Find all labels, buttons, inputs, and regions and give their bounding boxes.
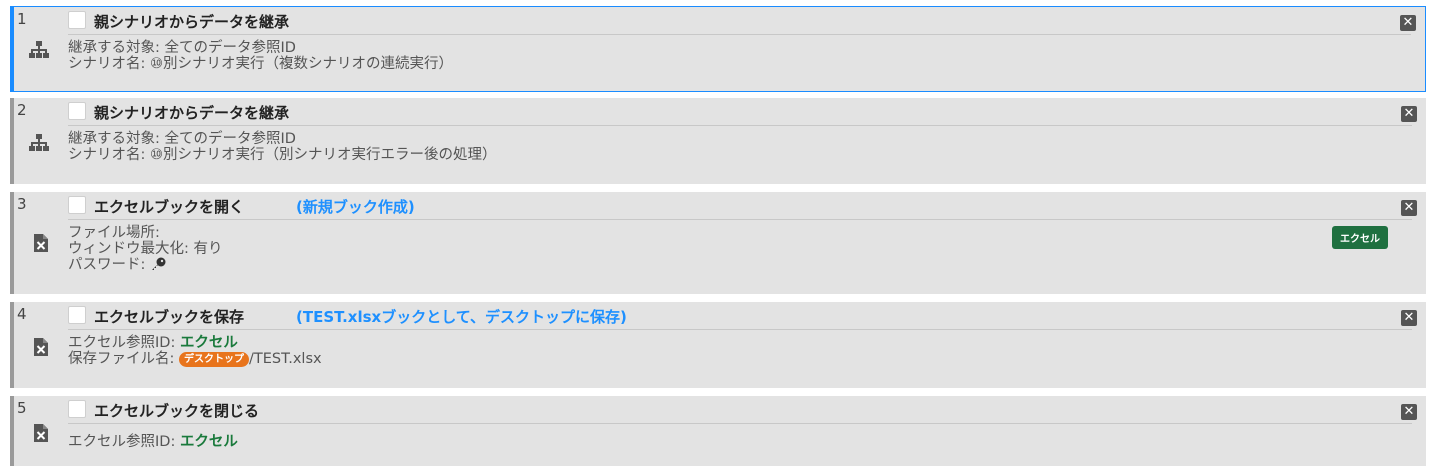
- divider: [68, 34, 1411, 35]
- step-number: 5: [17, 399, 27, 417]
- detail-line: シナリオ名: ⑩別シナリオ実行（別シナリオ実行エラー後の処理）: [68, 147, 497, 163]
- password-label: パスワード:: [68, 257, 146, 273]
- step-details: エクセル参照ID: エクセル: [68, 434, 238, 450]
- sitemap-icon: [29, 41, 49, 58]
- close-icon[interactable]: ✕: [1401, 310, 1417, 326]
- step-number: 1: [17, 10, 27, 28]
- step-checkbox[interactable]: [68, 400, 86, 418]
- step-details: 継承する対象: 全てのデータ参照ID シナリオ名: ⑩別シナリオ実行（複数シナリ…: [68, 40, 453, 72]
- divider: [68, 219, 1412, 220]
- step-card[interactable]: 3 エクセルブックを開く (新規ブック作成) ✕ ファイル場所: ウィンドウ最大…: [10, 192, 1426, 294]
- key-icon: [152, 257, 166, 270]
- divider: [68, 329, 1412, 330]
- detail-line: 保存ファイル名: デスクトップ/TEST.xlsx: [68, 351, 322, 367]
- step-details: ファイル場所: ウィンドウ最大化: 有り パスワード:: [68, 225, 223, 273]
- sitemap-icon: [29, 134, 49, 151]
- step-card[interactable]: 2 親シナリオからデータを継承 ✕ 継承する対象: 全てのデータ参照ID シナリ…: [10, 98, 1426, 184]
- step-details: 継承する対象: 全てのデータ参照ID シナリオ名: ⑩別シナリオ実行（別シナリオ…: [68, 131, 497, 163]
- step-note: (TEST.xlsxブックとして、デスクトップに保存): [296, 308, 627, 326]
- close-icon[interactable]: ✕: [1400, 15, 1416, 31]
- detail-line: ウィンドウ最大化: 有り: [68, 241, 223, 257]
- desktop-badge: デスクトップ: [179, 352, 249, 367]
- step-title: エクセルブックを保存: [94, 308, 245, 326]
- excel-tag-badge: エクセル: [1332, 226, 1388, 249]
- detail-line: 継承する対象: 全てのデータ参照ID: [68, 131, 296, 147]
- excel-file-icon: [34, 234, 48, 252]
- close-icon[interactable]: ✕: [1401, 404, 1417, 420]
- divider: [68, 423, 1412, 424]
- step-checkbox[interactable]: [68, 102, 86, 120]
- step-details: エクセル参照ID: エクセル 保存ファイル名: デスクトップ/TEST.xlsx: [68, 335, 322, 367]
- step-card[interactable]: 4 エクセルブックを保存 (TEST.xlsxブックとして、デスクトップに保存)…: [10, 302, 1426, 388]
- step-title: エクセルブックを閉じる: [94, 402, 260, 420]
- detail-line: 継承する対象: 全てのデータ参照ID: [68, 40, 296, 56]
- step-checkbox[interactable]: [68, 306, 86, 324]
- excel-ref-label: エクセル参照ID:: [68, 434, 176, 450]
- step-note: (新規ブック作成): [296, 198, 415, 216]
- save-filename-label: 保存ファイル名:: [68, 351, 175, 367]
- excel-ref-label: エクセル参照ID:: [68, 335, 176, 351]
- step-number: 4: [17, 305, 27, 323]
- detail-line: エクセル参照ID: エクセル: [68, 335, 322, 351]
- step-card[interactable]: 5 エクセルブックを閉じる ✕ エクセル参照ID: エクセル: [10, 396, 1426, 466]
- step-title: 親シナリオからデータを継承: [94, 104, 290, 122]
- excel-ref-value: エクセル: [179, 434, 238, 450]
- excel-file-icon: [34, 338, 48, 356]
- detail-line: エクセル参照ID: エクセル: [68, 434, 238, 450]
- detail-line: シナリオ名: ⑩別シナリオ実行（複数シナリオの連続実行）: [68, 56, 453, 72]
- step-checkbox[interactable]: [68, 11, 86, 29]
- step-checkbox[interactable]: [68, 196, 86, 214]
- excel-file-icon: [34, 424, 48, 442]
- close-icon[interactable]: ✕: [1401, 200, 1417, 216]
- step-card[interactable]: 1 親シナリオからデータを継承 ✕ 継承する対象: 全てのデータ参照ID シナリ…: [10, 6, 1426, 92]
- close-icon[interactable]: ✕: [1401, 106, 1417, 122]
- step-number: 3: [17, 195, 27, 213]
- step-title: エクセルブックを開く: [94, 198, 245, 216]
- divider: [68, 125, 1412, 126]
- detail-line: パスワード:: [68, 257, 223, 273]
- excel-ref-value: エクセル: [179, 335, 238, 351]
- step-title: 親シナリオからデータを継承: [94, 13, 290, 31]
- detail-line: ファイル場所:: [68, 225, 160, 241]
- save-filename-value: /TEST.xlsx: [249, 351, 322, 367]
- step-number: 2: [17, 101, 27, 119]
